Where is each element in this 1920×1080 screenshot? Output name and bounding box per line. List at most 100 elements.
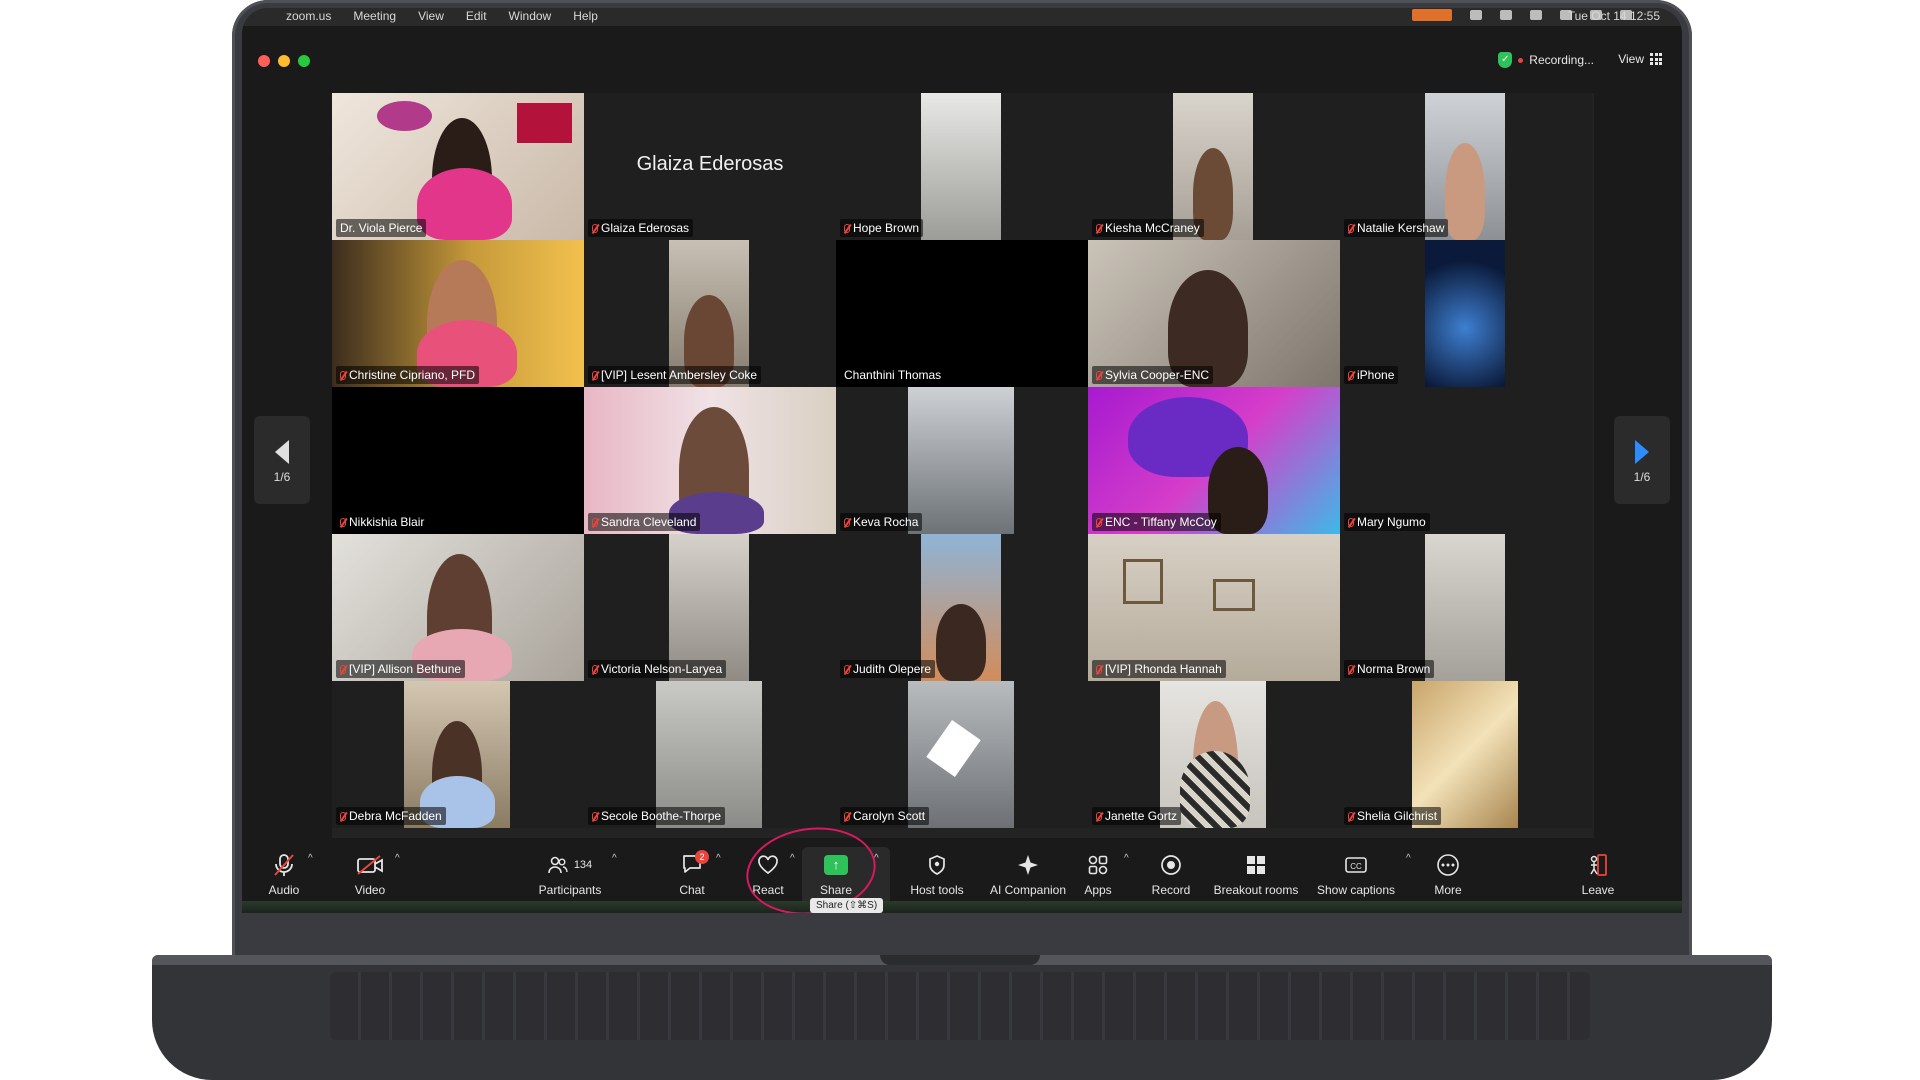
participant-name: Nikkishia Blair <box>336 513 429 531</box>
video-tile[interactable]: Keva Rocha <box>836 387 1088 534</box>
video-off-icon <box>357 855 383 875</box>
menu-window[interactable]: Window <box>509 9 552 23</box>
more-icon <box>1437 854 1459 876</box>
video-tile[interactable]: [VIP] Rhonda Hannah <box>1088 534 1340 681</box>
menu-view[interactable]: View <box>418 9 444 23</box>
recording-dot-icon <box>1518 57 1524 63</box>
participant-name: [VIP] Rhonda Hannah <box>1092 660 1226 678</box>
participants-icon <box>548 856 568 874</box>
video-tile[interactable]: Kiesha McCraney <box>1088 93 1340 240</box>
mic-muted-icon <box>592 664 598 674</box>
apps-options-chevron-icon[interactable]: ^ <box>1124 853 1129 864</box>
recording-indicator[interactable]: ✓ Recording... <box>1498 52 1594 68</box>
participant-name: Mary Ngumo <box>1344 513 1430 531</box>
video-tile[interactable]: Secole Boothe-Thorpe <box>584 681 836 828</box>
gallery-view: Dr. Viola Pierce Glaiza Ederosas Glaiza … <box>332 93 1594 838</box>
video-tile[interactable]: Shelia Gilchrist <box>1340 681 1592 828</box>
minimize-window-button[interactable] <box>278 55 290 67</box>
more-button[interactable]: More <box>1428 851 1468 903</box>
video-tile[interactable]: [VIP] Allison Bethune <box>332 534 584 681</box>
video-tile[interactable]: Chanthini Thomas <box>836 240 1088 387</box>
video-tile[interactable]: Glaiza Ederosas Glaiza Ederosas <box>584 93 836 240</box>
video-tile[interactable]: iPhone <box>1340 240 1592 387</box>
menu-meeting[interactable]: Meeting <box>353 9 396 23</box>
chat-button[interactable]: 2 Chat <box>672 849 712 903</box>
record-label: Record <box>1151 883 1191 897</box>
mic-muted-icon <box>844 223 850 233</box>
show-captions-button[interactable]: CC Show captions <box>1308 851 1404 903</box>
host-tools-button[interactable]: Host tools <box>902 851 972 903</box>
video-tile[interactable]: [VIP] Lesent Ambersley Coke <box>584 240 836 387</box>
video-tile[interactable]: Janette Gortz <box>1088 681 1340 828</box>
leave-label: Leave <box>1581 883 1615 897</box>
participants-options-chevron-icon[interactable]: ^ <box>612 853 617 864</box>
grid-icon <box>1650 53 1662 65</box>
ai-companion-button[interactable]: AI Companion <box>980 851 1076 903</box>
video-tile[interactable]: Nikkishia Blair <box>332 387 584 534</box>
video-tile[interactable]: Dr. Viola Pierce <box>332 93 584 240</box>
video-tile[interactable]: Sandra Cleveland <box>584 387 836 534</box>
participants-count: 134 <box>573 859 593 871</box>
apps-button[interactable]: Apps <box>1078 851 1118 903</box>
video-tile[interactable]: Debra McFadden <box>332 681 584 828</box>
audio-button[interactable]: Audio <box>262 851 306 903</box>
zoom-titlebar: ✓ Recording... View <box>242 36 1682 86</box>
laptop-notch <box>880 955 1040 965</box>
participant-name: Kiesha McCraney <box>1092 219 1204 237</box>
video-tile[interactable]: Norma Brown <box>1340 534 1592 681</box>
video-button[interactable]: Video <box>348 851 392 903</box>
view-button[interactable]: View <box>1618 52 1662 66</box>
maximize-window-button[interactable] <box>298 55 310 67</box>
participant-name: Dr. Viola Pierce <box>336 219 427 237</box>
mic-muted-icon <box>340 664 346 674</box>
menu-edit[interactable]: Edit <box>466 9 487 23</box>
volume-icon[interactable] <box>1500 10 1512 20</box>
video-tile[interactable]: Judith Olepere <box>836 534 1088 681</box>
mic-muted-icon <box>274 854 294 876</box>
video-label: Video <box>354 883 386 897</box>
leave-button[interactable]: Leave <box>1578 851 1618 903</box>
mic-muted-icon <box>1348 223 1354 233</box>
video-tile[interactable]: Christine Cipriano, PFD <box>332 240 584 387</box>
notification-icon[interactable] <box>1412 9 1452 21</box>
ai-companion-label: AI Companion <box>989 883 1067 897</box>
breakout-rooms-button[interactable]: Breakout rooms <box>1208 851 1304 903</box>
breakout-rooms-label: Breakout rooms <box>1213 883 1299 897</box>
participant-name: Sylvia Cooper-ENC <box>1092 366 1214 384</box>
close-window-button[interactable] <box>258 55 270 67</box>
menu-app[interactable]: zoom.us <box>286 9 331 23</box>
mic-muted-icon <box>1348 811 1354 821</box>
captions-options-chevron-icon[interactable]: ^ <box>1406 853 1411 864</box>
chat-label: Chat <box>679 883 705 897</box>
menubar-clock[interactable]: Tue Oct 14 12:55 <box>1568 9 1660 23</box>
video-tile[interactable]: ENC - Tiffany McCoy <box>1088 387 1340 534</box>
mic-muted-icon <box>340 370 346 380</box>
previous-page-button[interactable]: 1/6 <box>254 416 310 504</box>
participants-button[interactable]: 134 Participants <box>532 851 608 903</box>
battery-icon[interactable] <box>1530 10 1542 20</box>
participant-name: Judith Olepere <box>840 660 936 678</box>
video-tile[interactable]: Mary Ngumo <box>1340 387 1592 534</box>
video-tile[interactable]: Natalie Kershaw <box>1340 93 1592 240</box>
mic-muted-icon <box>1096 811 1102 821</box>
zoom-status-icon[interactable] <box>1470 10 1482 20</box>
meeting-toolbar: Audio ^ Video ^ 134 Participants ^ 2 Cha… <box>242 843 1682 908</box>
participant-name: Chanthini Thomas <box>840 366 946 384</box>
closed-captions-icon: CC <box>1345 857 1367 873</box>
video-tile[interactable]: Sylvia Cooper-ENC <box>1088 240 1340 387</box>
audio-options-chevron-icon[interactable]: ^ <box>308 853 313 864</box>
video-options-chevron-icon[interactable]: ^ <box>395 853 400 864</box>
next-page-button[interactable]: 1/6 <box>1614 416 1670 504</box>
video-tile[interactable]: Hope Brown <box>836 93 1088 240</box>
video-tile[interactable]: Victoria Nelson-Laryea <box>584 534 836 681</box>
record-button[interactable]: Record <box>1146 851 1196 903</box>
participant-name: Victoria Nelson-Laryea <box>588 660 727 678</box>
mic-muted-icon <box>844 664 850 674</box>
chat-options-chevron-icon[interactable]: ^ <box>716 853 721 864</box>
screen: zoom.us Meeting View Edit Window Help Tu… <box>242 8 1682 913</box>
video-tile[interactable]: Carolyn Scott <box>836 681 1088 828</box>
svg-text:CC: CC <box>1350 862 1362 871</box>
desktop-wallpaper <box>242 901 1682 913</box>
menu-help[interactable]: Help <box>573 9 598 23</box>
participant-name: Debra McFadden <box>336 807 446 825</box>
